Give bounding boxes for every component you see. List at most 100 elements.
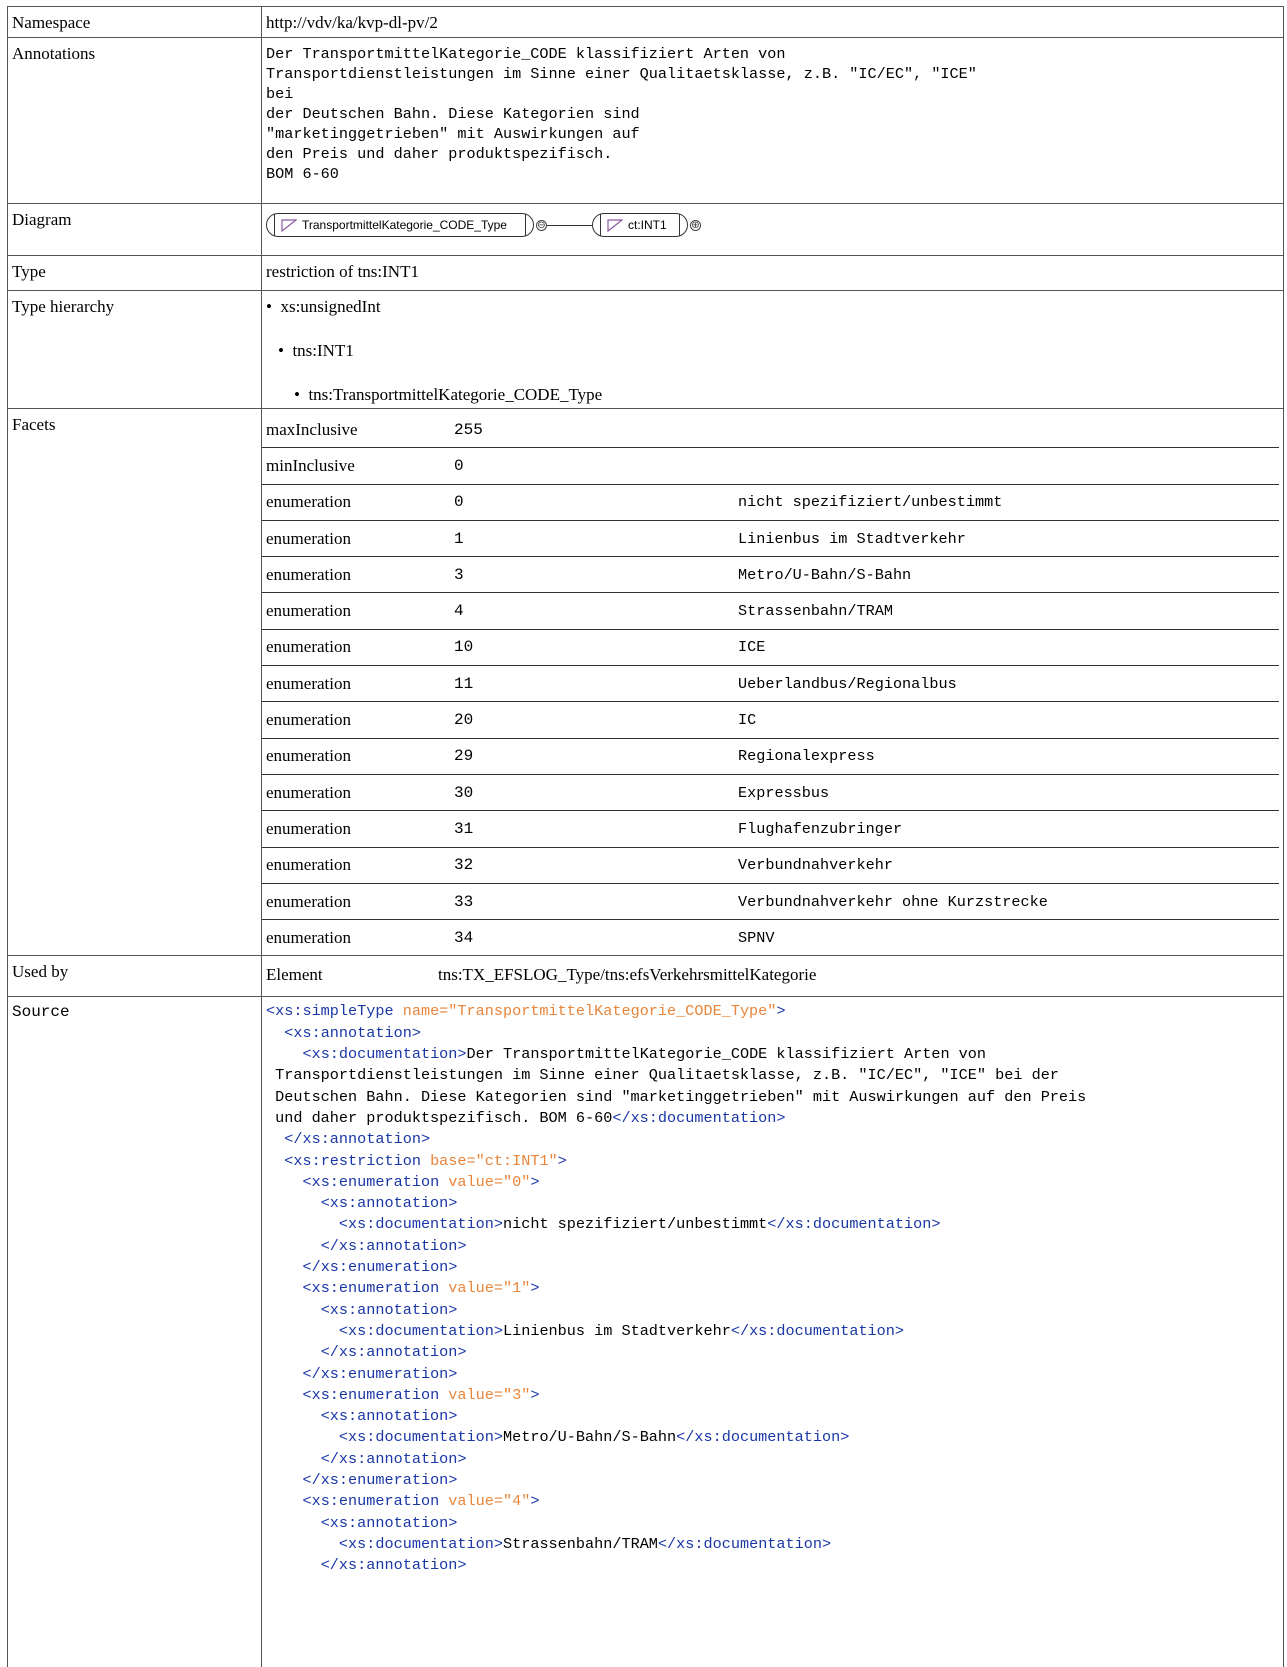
diagram-label: Diagram	[7, 203, 262, 256]
facets-table: maxInclusive 255 minInclusive 0 enumeration 0…	[262, 412, 1279, 955]
facet-value: 31	[450, 810, 734, 848]
xml-tag: </xs:documentation>	[767, 1215, 941, 1234]
annotations-row: Annotations Der TransportmittelKategorie…	[7, 37, 1284, 204]
xml-text	[266, 1428, 339, 1446]
namespace-row: Namespace http://vdv/ka/kvp-dl-pv/2	[7, 6, 1284, 38]
source-line: </xs:enumeration>	[266, 1365, 457, 1383]
facet-name: enumeration	[262, 665, 450, 703]
source-line: Transportdienstleistungen im Sinne einer…	[266, 1066, 1059, 1084]
type-doc-table: Namespace http://vdv/ka/kvp-dl-pv/2 Anno…	[7, 6, 1284, 1667]
source-line: <xs:documentation>Linienbus im Stadtverk…	[266, 1322, 904, 1340]
xml-text	[266, 1386, 302, 1404]
type-label: Type	[7, 255, 262, 291]
xml-text	[266, 1514, 321, 1532]
xml-tag: </xs:enumeration>	[302, 1364, 458, 1383]
xml-text	[266, 1471, 302, 1489]
xml-tag: <xs:enumeration	[302, 1279, 440, 1298]
xml-tag: <xs:enumeration	[302, 1492, 440, 1511]
facet-documentation	[734, 447, 1279, 485]
source-line: </xs:enumeration>	[266, 1258, 457, 1276]
type-row: Type restriction of tns:INT1	[7, 255, 1284, 291]
facet-row: enumeration 4 Strassenbahn/TRAM	[262, 592, 1279, 630]
facet-name: maxInclusive	[262, 412, 450, 449]
facet-documentation: Linienbus im Stadtverkehr	[734, 520, 1279, 558]
xml-attribute-value: "TransportmittelKategorie_CODE_Type"	[448, 1002, 777, 1021]
facet-name: enumeration	[262, 520, 450, 558]
used-by-table: Element tns:TX_EFSLOG_Type/tns:efsVerkeh…	[262, 965, 1283, 985]
facet-value: 0	[450, 484, 734, 521]
facet-documentation: Verbundnahverkehr ohne Kurzstrecke	[734, 883, 1279, 921]
xml-text	[266, 1365, 302, 1383]
expand-icon[interactable]: ⊕	[690, 220, 701, 231]
xml-text: nicht spezifiziert/unbestimmt	[502, 1215, 768, 1234]
xml-tag: <xs:documentation>	[338, 1215, 503, 1234]
namespace-value: http://vdv/ka/kvp-dl-pv/2	[266, 13, 438, 32]
facet-documentation: Regionalexpress	[734, 738, 1279, 775]
facet-row: maxInclusive 255	[262, 412, 1279, 449]
facet-row: enumeration 10 ICE	[262, 629, 1279, 667]
facet-row: enumeration 1 Linienbus im Stadtverkehr	[262, 520, 1279, 558]
diagram-node-type-label: TransportmittelKategorie_CODE_Type	[302, 218, 507, 232]
hierarchy-item: • xs:unsignedInt	[266, 297, 381, 316]
xml-tag: <xs:restriction	[284, 1151, 421, 1170]
facet-documentation: Verbundnahverkehr	[734, 847, 1279, 884]
xml-text	[266, 1215, 339, 1233]
facet-value: 33	[450, 883, 734, 921]
simple-type-icon	[607, 219, 623, 232]
facet-value: 10	[450, 629, 734, 667]
xml-text	[266, 1407, 321, 1425]
xml-tag: </xs:annotation>	[284, 1130, 431, 1149]
source-code: <xs:simpleType name="TransportmittelKate…	[262, 997, 1283, 1576]
used-by-kind: Element	[266, 965, 323, 985]
collapse-icon[interactable]: ⊖	[536, 220, 547, 231]
diagram-node-type[interactable]: TransportmittelKategorie_CODE_Type	[266, 213, 534, 237]
facet-name: enumeration	[262, 701, 450, 739]
facet-name: enumeration	[262, 810, 450, 848]
facet-documentation: Ueberlandbus/Regionalbus	[734, 665, 1279, 703]
diagram-connector	[547, 225, 592, 226]
facet-value: 0	[450, 447, 734, 485]
facet-documentation: Strassenbahn/TRAM	[734, 592, 1279, 630]
annotations-label: Annotations	[7, 37, 262, 204]
xml-text	[266, 1535, 339, 1553]
source-line: <xs:enumeration value="4">	[266, 1492, 539, 1510]
facet-value: 34	[454, 928, 474, 947]
xml-attribute-value: "ct:INT1"	[475, 1151, 558, 1170]
source-line: <xs:simpleType name="TransportmittelKate…	[266, 1002, 786, 1020]
xml-attribute-value: "4"	[503, 1492, 531, 1511]
diagram-node-base[interactable]: ct:INT1	[592, 213, 688, 237]
facets-row: Facets maxInclusive 255 minInclusive 0 enume…	[7, 407, 1284, 957]
xml-tag: <xs:documentation>	[338, 1534, 503, 1553]
namespace-label: Namespace	[7, 6, 262, 38]
xml-tag: <xs:annotation>	[320, 1407, 458, 1426]
used-by-link[interactable]: tns:TX_EFSLOG_Type/tns:efsVerkehrsmittel…	[434, 965, 1283, 985]
facet-row: enumeration 32 Verbundnahverkehr	[262, 847, 1279, 884]
facet-documentation: Flughafenzubringer	[734, 810, 1279, 848]
xml-text	[266, 1194, 321, 1212]
used-by-label: Used by	[7, 955, 262, 998]
xml-attribute: name=	[393, 1002, 449, 1021]
xml-text: Metro/U-Bahn/S-Bahn	[502, 1428, 677, 1447]
xml-tag: >	[530, 1279, 540, 1298]
xml-tag: </xs:annotation>	[320, 1236, 467, 1255]
xml-tag: </xs:annotation>	[320, 1343, 467, 1362]
facet-row: enumeration 31 Flughafenzubringer	[262, 810, 1279, 848]
xml-tag: <xs:documentation>	[338, 1428, 503, 1447]
source-line: Deutschen Bahn. Diese Kategorien sind "m…	[266, 1088, 1086, 1106]
facet-value: 32	[450, 847, 734, 884]
xml-text	[266, 1492, 302, 1510]
xml-tag: </xs:enumeration>	[302, 1470, 458, 1489]
source-line: <xs:annotation>	[266, 1407, 458, 1426]
facet-documentation	[734, 412, 1279, 449]
xml-attribute-value: "3"	[503, 1385, 531, 1404]
facets-label: Facets	[7, 407, 262, 957]
diagram-node-base-label: ct:INT1	[628, 218, 667, 232]
facet-documentation: Metro/U-Bahn/S-Bahn	[734, 556, 1279, 594]
source-line: </xs:annotation>	[266, 1130, 430, 1148]
facet-documentation: IC	[734, 701, 1279, 739]
xml-tag: </xs:annotation>	[320, 1556, 467, 1575]
xml-tag: >	[530, 1385, 540, 1404]
xml-tag: </xs:enumeration>	[302, 1258, 458, 1277]
facet-value: 11	[450, 665, 734, 703]
xml-text	[266, 1556, 321, 1574]
